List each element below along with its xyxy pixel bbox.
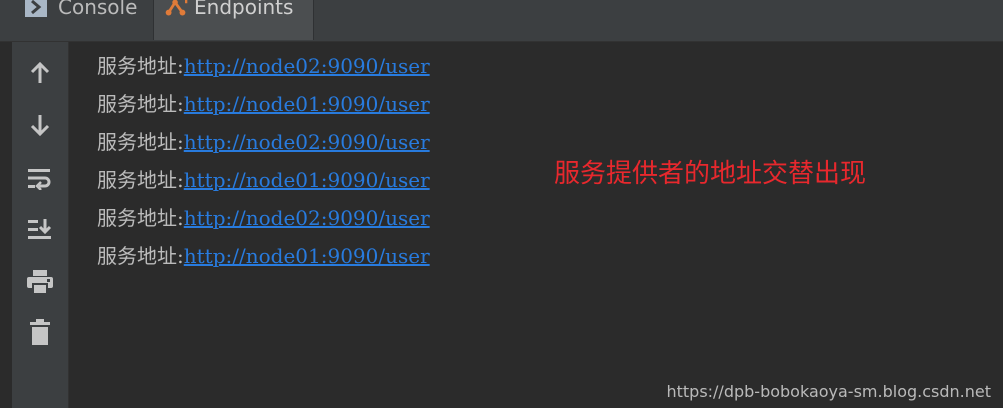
tab-console-label: Console xyxy=(58,0,138,19)
console-line: 服务地址:http://node02:9090/user xyxy=(97,54,430,78)
watermark-text: https://dpb-bobokaoya-sm.blog.csdn.net xyxy=(666,382,991,401)
service-url-link[interactable]: http://node01:9090/user xyxy=(184,244,430,268)
console-toolbar xyxy=(12,42,69,408)
console-line-prefix: 服务地址: xyxy=(97,168,184,192)
console-line: 服务地址:http://node01:9090/user xyxy=(97,244,430,268)
service-url-link[interactable]: http://node01:9090/user xyxy=(184,168,430,192)
console-output: 服务地址:http://node02:9090/user 服务地址:http:/… xyxy=(70,42,1003,408)
trash-icon[interactable] xyxy=(26,318,54,346)
console-line: 服务地址:http://node02:9090/user xyxy=(97,206,430,230)
arrow-up-icon[interactable] xyxy=(26,59,54,87)
annotation-text: 服务提供者的地址交替出现 xyxy=(554,159,867,189)
console-line-prefix: 服务地址: xyxy=(97,54,184,78)
soft-wrap-icon[interactable] xyxy=(26,164,54,192)
console-icon xyxy=(24,0,48,18)
service-url-link[interactable]: http://node02:9090/user xyxy=(184,54,430,78)
console-line-prefix: 服务地址: xyxy=(97,206,184,230)
console-line-prefix: 服务地址: xyxy=(97,130,184,154)
tab-console[interactable]: Console xyxy=(14,0,152,40)
console-line: 服务地址:http://node01:9090/user xyxy=(97,168,430,192)
scroll-to-end-icon[interactable] xyxy=(26,215,54,243)
console-line-prefix: 服务地址: xyxy=(97,244,184,268)
tab-endpoints[interactable]: Endpoints xyxy=(153,0,314,40)
arrow-down-icon[interactable] xyxy=(26,111,54,139)
tab-endpoints-label: Endpoints xyxy=(194,0,294,19)
service-url-link[interactable]: http://node02:9090/user xyxy=(184,206,430,230)
service-url-link[interactable]: http://node01:9090/user xyxy=(184,92,430,116)
ide-console-window: Console Endpoints 服务地址:http://node02:909… xyxy=(0,0,1003,408)
endpoints-icon xyxy=(164,0,188,18)
service-url-link[interactable]: http://node02:9090/user xyxy=(184,130,430,154)
console-line-prefix: 服务地址: xyxy=(97,92,184,116)
console-line: 服务地址:http://node01:9090/user xyxy=(97,92,430,116)
print-icon[interactable] xyxy=(26,268,54,296)
tool-window-tab-bar: Console Endpoints xyxy=(0,0,1003,42)
console-line: 服务地址:http://node02:9090/user xyxy=(97,130,430,154)
